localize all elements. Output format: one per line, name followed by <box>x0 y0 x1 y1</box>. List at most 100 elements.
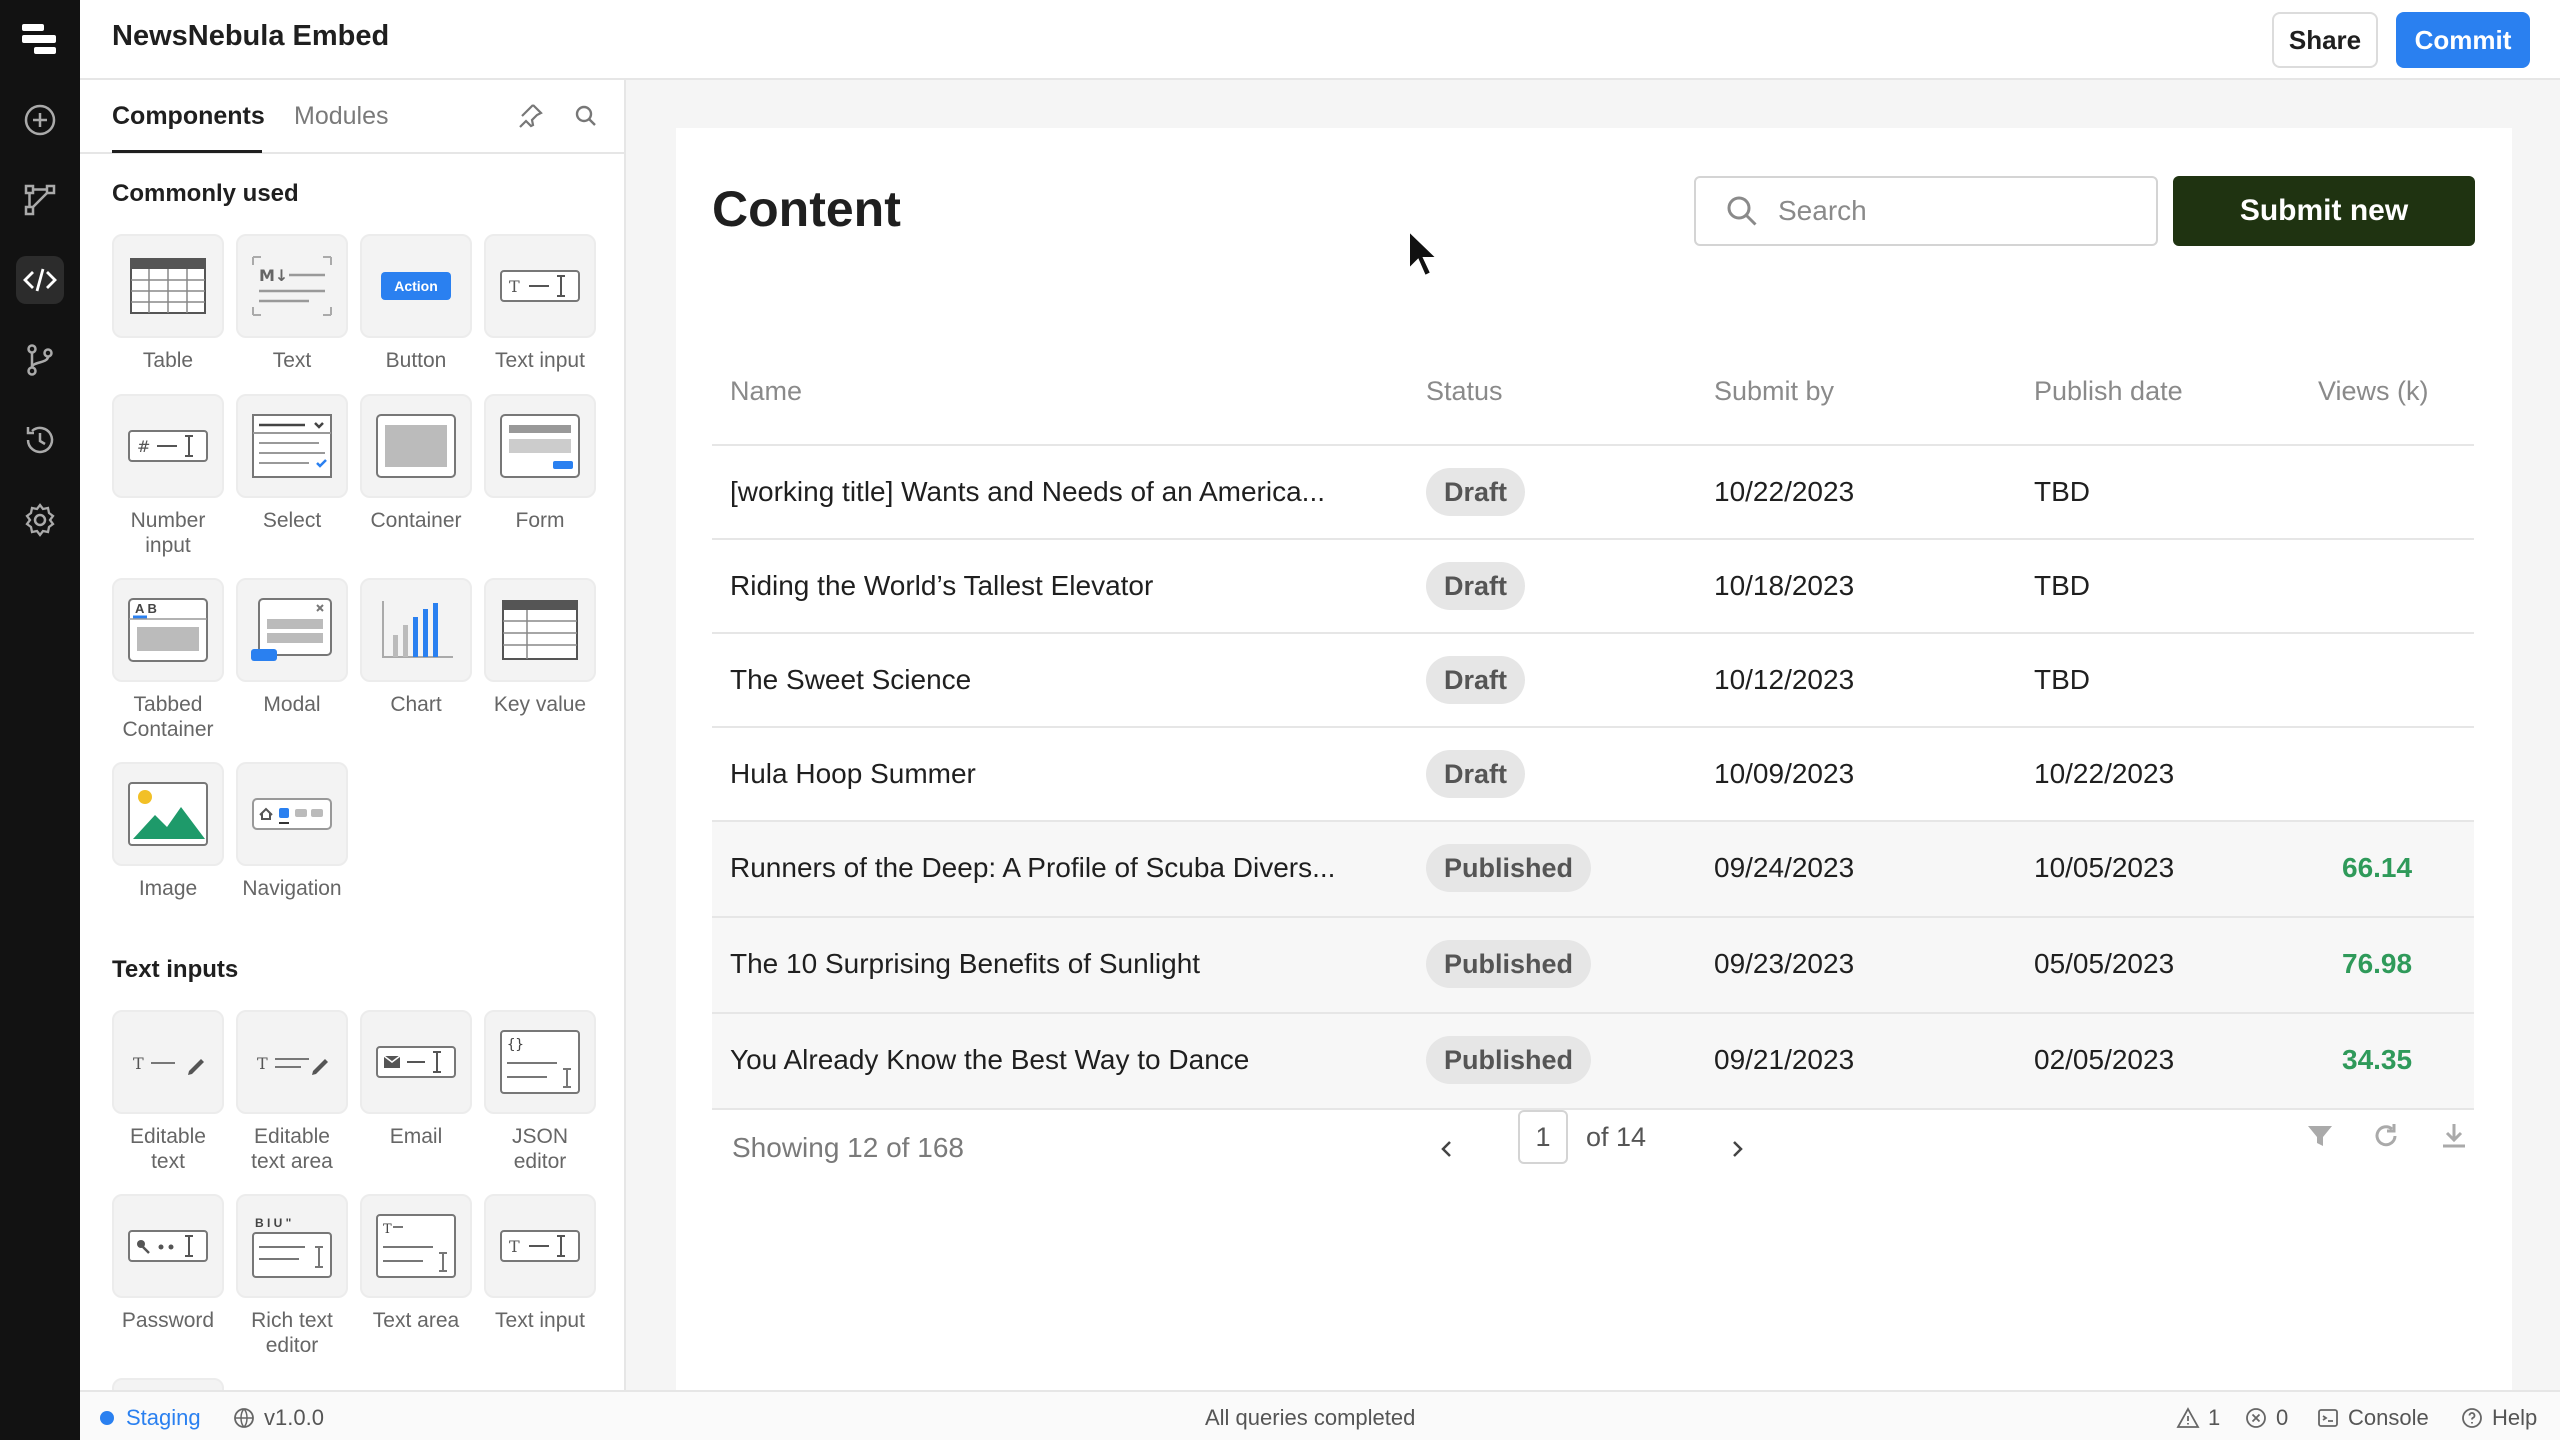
pin-icon[interactable] <box>514 100 546 132</box>
cell-name: The Sweet Science <box>730 664 972 695</box>
component-text-area[interactable]: T Text area <box>360 1194 472 1333</box>
chevron-left-icon[interactable] <box>1432 1134 1462 1164</box>
component-rich-text-editor[interactable]: B I U " Rich text editor <box>236 1194 348 1358</box>
cell-views: 34.35 <box>2342 1044 2413 1075</box>
column-header-status[interactable]: Status <box>1426 376 1503 407</box>
errors-count[interactable]: 0 <box>2244 1405 2288 1431</box>
queries-status: All queries completed <box>1205 1405 1416 1430</box>
warning-icon <box>2176 1407 2200 1428</box>
text-input-icon: T <box>500 270 580 302</box>
console-button[interactable]: Console <box>2316 1405 2429 1431</box>
commit-button[interactable]: Commit <box>2396 12 2530 68</box>
gear-icon <box>25 503 55 537</box>
globe-icon <box>234 1408 254 1428</box>
submit-new-button[interactable]: Submit new <box>2173 176 2475 246</box>
component-tabbed-container[interactable]: A B Tabbed Container <box>112 578 224 742</box>
component-editable-text-area[interactable]: T Editable text area <box>236 1010 348 1174</box>
column-header-name[interactable]: Name <box>730 376 802 407</box>
component-image[interactable]: Image <box>112 762 224 901</box>
filter-icon[interactable] <box>2302 1118 2338 1154</box>
rail-code-button[interactable] <box>16 256 64 304</box>
rail-branch-button[interactable] <box>16 336 64 384</box>
error-icon <box>2246 1408 2266 1428</box>
component-text-input[interactable]: T Text input <box>484 234 596 373</box>
table-icon <box>130 258 206 314</box>
table-row[interactable]: You Already Know the Best Way to Dance P… <box>712 1014 2474 1110</box>
component-editable-text[interactable]: T Editable text <box>112 1010 224 1174</box>
component-navigation[interactable]: Navigation <box>236 762 348 901</box>
image-icon <box>128 782 208 846</box>
rail-history-button[interactable] <box>16 416 64 464</box>
table-row[interactable]: Runners of the Deep: A Profile of Scuba … <box>712 822 2474 918</box>
table-header: Name Status Submit by Publish date Views… <box>712 354 2474 446</box>
tab-underline <box>112 150 262 153</box>
rail-settings-button[interactable] <box>16 496 64 544</box>
refresh-icon[interactable] <box>2368 1118 2404 1154</box>
environment-dot <box>100 1411 114 1425</box>
component-json-editor[interactable]: {} JSON editor <box>484 1010 596 1174</box>
editable-text-area-icon: T <box>257 1054 328 1075</box>
table-row[interactable]: The 10 Surprising Benefits of Sunlight P… <box>712 918 2474 1014</box>
environment-selector[interactable]: Staging <box>100 1405 201 1431</box>
top-header: NewsNebula Embed Share Commit <box>80 0 2560 80</box>
chart-icon <box>382 601 453 658</box>
content-table: Name Status Submit by Publish date Views… <box>712 354 2474 1110</box>
showing-count: Showing 12 of 168 <box>732 1132 964 1163</box>
cell-name: Hula Hoop Summer <box>730 758 976 789</box>
container-icon <box>376 414 456 478</box>
search-input[interactable] <box>1778 195 2138 227</box>
table-row[interactable]: Hula Hoop Summer Draft 10/09/2023 10/22/… <box>712 728 2474 822</box>
component-modal[interactable]: Modal <box>236 578 348 717</box>
app-logo-icon[interactable] <box>20 22 60 58</box>
component-email[interactable]: Email <box>360 1010 472 1149</box>
column-header-submit-by[interactable]: Submit by <box>1714 376 1834 407</box>
component-table[interactable]: Table <box>112 234 224 373</box>
download-icon[interactable] <box>2436 1118 2472 1154</box>
section-commonly-used: Commonly used <box>112 180 299 207</box>
component-text[interactable]: M↓ Text <box>236 234 348 373</box>
key-value-icon <box>502 600 578 660</box>
component-key-value[interactable]: Key value <box>484 578 596 717</box>
warnings-count[interactable]: 1 <box>2176 1405 2220 1431</box>
page-number-input[interactable]: 1 <box>1518 1110 1568 1164</box>
tab-components[interactable]: Components <box>112 102 265 131</box>
share-button[interactable]: Share <box>2272 12 2378 68</box>
table-row[interactable]: The Sweet Science Draft 10/12/2023 TBD <box>712 634 2474 728</box>
rail-add-button[interactable] <box>16 96 64 144</box>
rail-flow-button[interactable] <box>16 176 64 224</box>
status-badge: Published <box>1426 1036 1592 1084</box>
search-box[interactable] <box>1694 176 2158 246</box>
table-row[interactable]: [working title] Wants and Needs of an Am… <box>712 446 2474 540</box>
content-card: Content Submit new Name Status Submit by… <box>676 128 2512 1390</box>
number-input-icon: # <box>128 430 208 462</box>
search-icon[interactable] <box>570 100 602 132</box>
component-form[interactable]: Form <box>484 394 596 533</box>
svg-text:T: T <box>509 1237 520 1256</box>
cell-submit-by: 09/21/2023 <box>1714 1044 1855 1075</box>
panel-tabs: Components Modules <box>80 80 624 154</box>
component-container[interactable]: Container <box>360 394 472 533</box>
cell-views: 76.98 <box>2342 948 2413 979</box>
svg-text:T: T <box>133 1054 144 1073</box>
component-select[interactable]: Select <box>236 394 348 533</box>
table-row[interactable]: Riding the World’s Tallest Elevator Draf… <box>712 540 2474 634</box>
version-selector[interactable]: v1.0.0 <box>232 1405 324 1431</box>
email-icon <box>376 1046 456 1078</box>
component-button[interactable]: Action Button <box>360 234 472 373</box>
modal-icon <box>251 598 332 661</box>
history-icon <box>26 426 54 454</box>
component-password[interactable]: Password <box>112 1194 224 1333</box>
rich-text-editor-icon: B I U " <box>252 1216 332 1278</box>
help-icon <box>2462 1408 2482 1428</box>
tab-modules[interactable]: Modules <box>294 102 389 131</box>
component-number-input[interactable]: # Number input <box>112 394 224 558</box>
component-partial[interactable] <box>112 1378 224 1390</box>
column-header-views[interactable]: Views (k) <box>2318 376 2429 407</box>
component-chart[interactable]: Chart <box>360 578 472 717</box>
svg-text:B I U ": B I U " <box>255 1216 291 1230</box>
column-header-publish-date[interactable]: Publish date <box>2034 376 2183 407</box>
chevron-right-icon[interactable] <box>1722 1134 1752 1164</box>
status-badge: Draft <box>1426 750 1526 798</box>
component-text-input-2[interactable]: T Text input <box>484 1194 596 1333</box>
help-button[interactable]: Help <box>2460 1405 2537 1431</box>
